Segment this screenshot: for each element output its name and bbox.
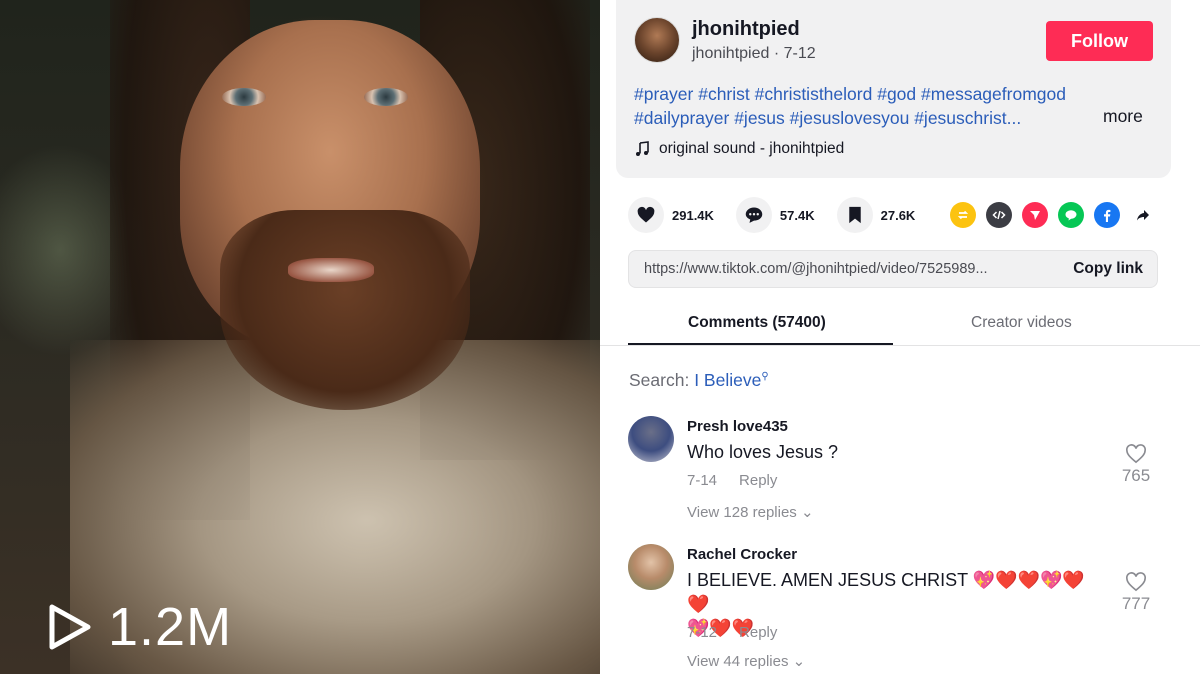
- comment-text: Who loves Jesus ?: [687, 442, 839, 462]
- bookmark-icon: [848, 206, 861, 224]
- video-frame-detail: [288, 258, 374, 282]
- sound-link[interactable]: original sound - jhonihtpied: [634, 140, 844, 158]
- like-count: 291.4K: [672, 207, 714, 223]
- comment-text-line: I BELIEVE. AMEN JESUS CHRIST 💖❤️❤️💖❤️❤️: [687, 570, 1085, 614]
- hashtag-link[interactable]: #jesus: [734, 108, 785, 128]
- details-panel: jhonihtpied jhonihtpied · 7-12 Follow #p…: [600, 0, 1200, 674]
- comment-date: 7-14: [687, 472, 718, 489]
- video-info-card: jhonihtpied jhonihtpied · 7-12 Follow #p…: [616, 0, 1171, 178]
- comment-meta: 7-12 Reply: [687, 624, 777, 641]
- reply-button[interactable]: Reply: [739, 624, 777, 641]
- search-icon: ⚲: [761, 371, 769, 383]
- comment-bubble-icon: [745, 207, 763, 223]
- author-meta: jhonihtpied · 7-12: [692, 45, 816, 62]
- view-replies-button[interactable]: View 128 replies ⌄: [687, 503, 814, 521]
- save-count: 27.6K: [880, 207, 916, 223]
- music-note-icon: [636, 141, 649, 156]
- repost-icon[interactable]: [950, 202, 976, 228]
- tab-comments[interactable]: Comments (57400): [688, 314, 826, 332]
- heart-icon: [637, 206, 655, 223]
- engagement-bar: 291.4K 57.4K 27.6K: [628, 197, 937, 233]
- facebook-icon[interactable]: [1094, 202, 1120, 228]
- comment-count: 57.4K: [779, 207, 815, 223]
- hashtag-link[interactable]: #christisthelord: [755, 84, 873, 104]
- video-frame-detail: [220, 210, 470, 410]
- hashtag-link[interactable]: #dailyprayer: [634, 108, 729, 128]
- comment-search-suggestion[interactable]: Search: I Believe⚲: [629, 370, 769, 391]
- comment-item: Presh love435 Who loves Jesus ? 7-14 Repl…: [628, 416, 1168, 526]
- description-hashtags: #prayer #christ #christisthelord #god #m…: [634, 82, 1154, 130]
- comment-action[interactable]: 57.4K: [735, 197, 815, 233]
- comment-like-count: 765: [1121, 466, 1151, 485]
- heart-outline-icon: [1126, 572, 1146, 592]
- like-action[interactable]: 291.4K: [628, 197, 714, 233]
- chevron-down-icon: ⌄: [800, 504, 814, 521]
- hashtag-link[interactable]: #god: [877, 84, 916, 104]
- more-button[interactable]: more: [1103, 106, 1143, 127]
- heart-outline-icon: [1126, 444, 1146, 464]
- search-query[interactable]: I Believe: [694, 370, 761, 390]
- hashtag-line: #dailyprayer #jesus #jesuslovesyou #jesu…: [634, 106, 1154, 130]
- hashtag-line: #prayer #christ #christisthelord #god #m…: [634, 82, 1154, 106]
- reply-button[interactable]: Reply: [739, 472, 777, 489]
- active-tab-indicator: [628, 343, 893, 345]
- comment-like-count: 777: [1121, 594, 1151, 613]
- save-action[interactable]: 27.6K: [836, 197, 916, 233]
- author-username[interactable]: jhonihtpied: [692, 18, 800, 41]
- comment-like[interactable]: 765: [1116, 444, 1156, 486]
- hashtag-link[interactable]: #jesuschrist...: [914, 108, 1021, 128]
- avatar[interactable]: [628, 416, 674, 462]
- author-avatar[interactable]: [634, 17, 680, 63]
- video-link-box: https://www.tiktok.com/@jhonihtpied/vide…: [628, 250, 1158, 288]
- search-prefix: Search:: [629, 370, 695, 390]
- avatar[interactable]: [628, 544, 674, 590]
- chevron-down-icon: ⌄: [792, 653, 806, 670]
- sound-name: original sound - jhonihtpied: [659, 140, 845, 157]
- comment-username[interactable]: Presh love435: [687, 418, 788, 435]
- video-url[interactable]: https://www.tiktok.com/@jhonihtpied/vide…: [644, 261, 988, 277]
- comment-like[interactable]: 777: [1116, 572, 1156, 614]
- view-replies-button[interactable]: View 44 replies ⌄: [687, 652, 805, 670]
- tab-creator-videos[interactable]: Creator videos: [971, 314, 1072, 332]
- share-icons: [950, 202, 1156, 228]
- hashtag-link[interactable]: #messagefromgod: [921, 84, 1066, 104]
- play-outline-icon: [49, 604, 91, 650]
- hashtag-link[interactable]: #prayer: [634, 84, 693, 104]
- comment-meta: 7-14 Reply: [687, 472, 777, 489]
- comment-date: 7-12: [687, 624, 718, 641]
- video-frame-detail: [364, 88, 408, 106]
- hashtag-link[interactable]: #jesuslovesyou: [790, 108, 910, 128]
- view-count-value: 1.2M: [108, 597, 233, 657]
- line-icon[interactable]: [1058, 202, 1084, 228]
- comment-item: Rachel Crocker I BELIEVE. AMEN JESUS CHR…: [628, 544, 1168, 674]
- copy-link-button[interactable]: Copy link: [1073, 260, 1143, 278]
- send-icon[interactable]: [1022, 202, 1048, 228]
- comment-username[interactable]: Rachel Crocker: [687, 546, 797, 563]
- view-count: 1.2M: [46, 600, 232, 654]
- hashtag-link[interactable]: #christ: [698, 84, 750, 104]
- share-arrow-icon[interactable]: [1130, 202, 1156, 228]
- view-replies-label: View 128 replies: [687, 504, 797, 521]
- video-player[interactable]: 1.2M: [0, 0, 600, 674]
- view-replies-label: View 44 replies: [687, 653, 789, 670]
- embed-icon[interactable]: [986, 202, 1012, 228]
- follow-button[interactable]: Follow: [1046, 21, 1153, 61]
- video-frame-detail: [222, 88, 266, 106]
- comment-tabs: Comments (57400) Creator videos: [600, 300, 1200, 346]
